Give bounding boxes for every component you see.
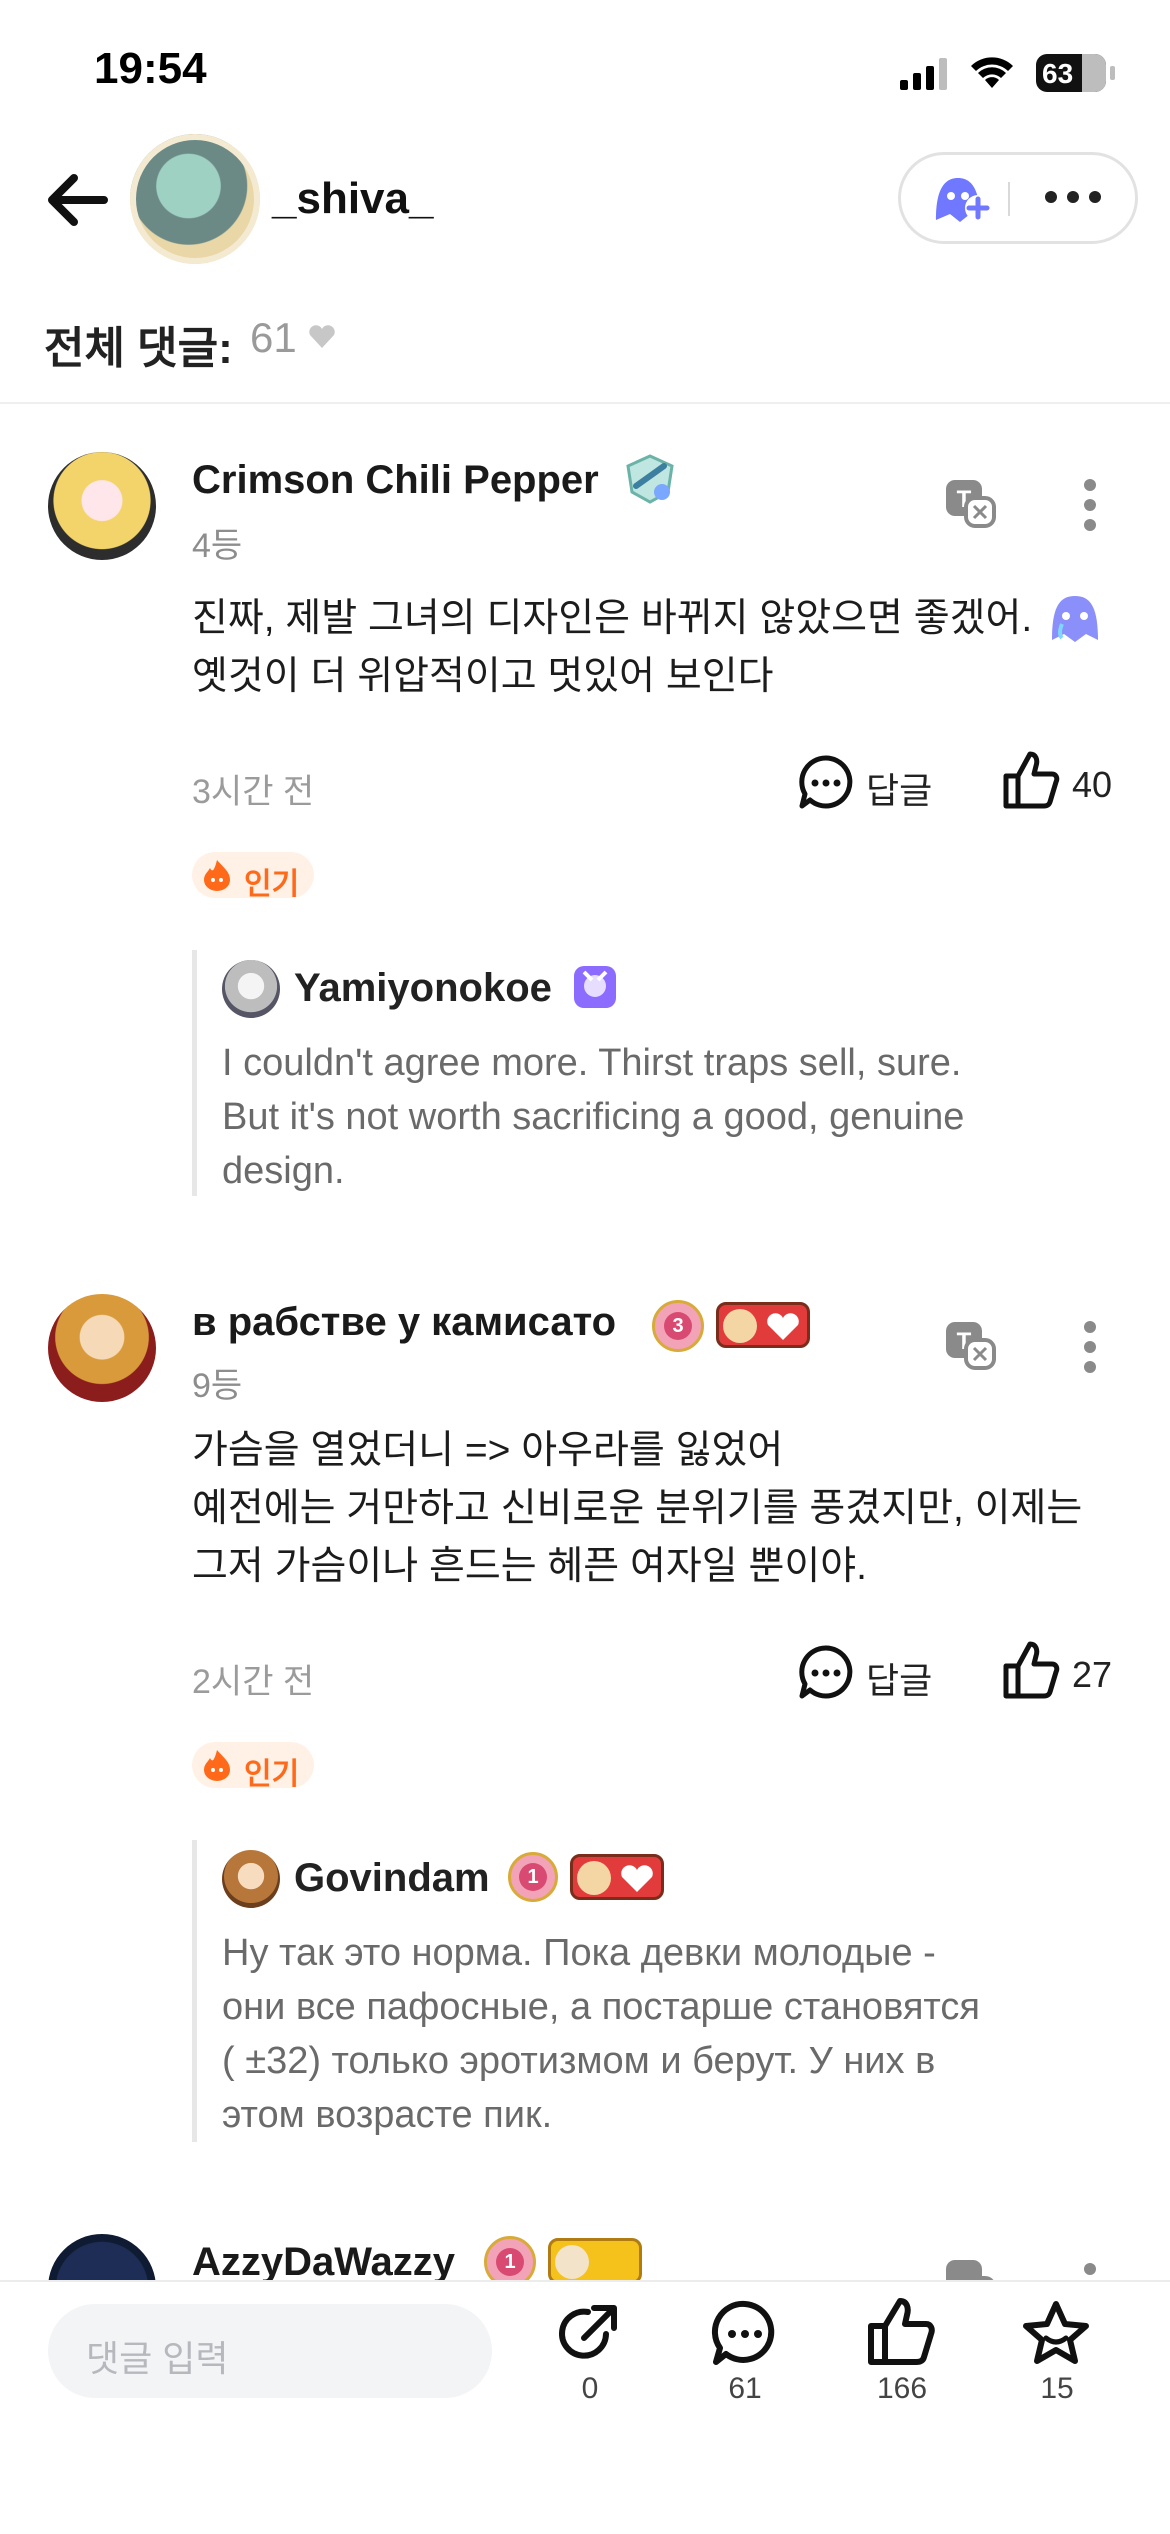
reply-text: Ну так это норма. Пока девки молодые - о… [222, 1932, 980, 2136]
battery-level: 63 [1042, 58, 1074, 89]
level-badge-number: 3 [664, 1312, 692, 1340]
member-badge-icon [574, 966, 616, 1008]
like-count: 27 [1072, 1654, 1113, 1695]
comment-time: 2시간 전 [192, 1663, 315, 1701]
commenter-rank: 4등 [192, 527, 243, 565]
reply-icon[interactable] [796, 752, 856, 812]
commenter-name[interactable]: в рабстве у камисато [192, 1300, 616, 1345]
like-count: 40 [1072, 764, 1113, 805]
comment-time: 3시간 전 [192, 773, 315, 811]
heart-frame-badge-icon [716, 1302, 810, 1348]
crying-sticker-icon [1052, 596, 1098, 642]
like-post-icon[interactable] [866, 2296, 936, 2368]
share-icon[interactable] [554, 2298, 624, 2368]
header-divider [0, 402, 1170, 404]
reply-thread-line [192, 1840, 197, 2142]
more-options-icon[interactable] [1044, 188, 1102, 206]
comment-menu-icon[interactable] [1076, 1320, 1104, 1374]
reply-avatar[interactable] [222, 1850, 280, 1908]
sort-caret-icon[interactable] [308, 325, 336, 349]
wifi-icon [971, 57, 1013, 88]
level-badge-number: 1 [496, 2248, 524, 2276]
comment-text: 가슴을 열었더니 => 아우라를 잃었어 예전에는 거만하고 신비로운 분위기를… [192, 1429, 1083, 1588]
level-badge-number: 1 [519, 1863, 547, 1891]
comment-count: 61 [728, 2372, 762, 2405]
reply-thread-line [192, 950, 197, 1196]
translate-icon[interactable]: T [942, 476, 998, 532]
heart-frame-badge-icon [570, 1854, 664, 1900]
reply-button-label[interactable]: 답글 [866, 1652, 932, 1704]
follow-user-icon[interactable] [930, 168, 992, 228]
share-count: 0 [581, 2372, 599, 2405]
popular-badge: 인기 [192, 1742, 314, 1791]
battery-tip [1110, 66, 1115, 80]
total-comments-count: 61 [250, 314, 297, 361]
favorite-count: 15 [1040, 2372, 1074, 2405]
reply-avatar[interactable] [222, 960, 280, 1018]
level-badge-icon: 3 [652, 1300, 704, 1352]
total-comments-label: 전체 댓글: [44, 324, 233, 373]
popular-label: 인기 [244, 868, 300, 901]
translate-icon[interactable]: T [942, 1318, 998, 1374]
popular-badge: 인기 [192, 852, 314, 901]
commenter-rank: 9등 [192, 1367, 243, 1405]
reply-button-label[interactable]: 답글 [866, 762, 932, 814]
fire-icon [204, 860, 230, 891]
cellular-signal-icon [900, 58, 947, 90]
battery-icon: 63 [1036, 54, 1106, 92]
reply-text: I couldn't agree more. Thirst traps sell… [222, 1042, 965, 1192]
commenter-name[interactable]: AzzyDaWazzy [192, 2240, 455, 2285]
author-avatar[interactable] [130, 134, 260, 264]
reply-author[interactable]: Govindam [294, 1856, 490, 1901]
pill-divider [1008, 182, 1010, 216]
comment-menu-icon[interactable] [1076, 478, 1104, 532]
member-badge-icon [626, 454, 674, 504]
like-icon[interactable] [1002, 750, 1060, 810]
author-name[interactable]: _shiva_ [272, 174, 433, 224]
status-time: 19:54 [94, 44, 207, 93]
comment-input-placeholder[interactable]: 댓글 입력 [86, 2330, 228, 2382]
reply-icon[interactable] [796, 1642, 856, 1702]
commenter-name[interactable]: Crimson Chili Pepper [192, 458, 599, 503]
favorite-icon[interactable] [1020, 2298, 1092, 2368]
comments-icon[interactable] [710, 2298, 780, 2368]
like-post-count: 166 [876, 2372, 928, 2405]
fire-icon [204, 1750, 230, 1781]
heart-frame-badge-icon [548, 2238, 642, 2284]
reply-author[interactable]: Yamiyonokoe [294, 966, 552, 1011]
commenter-avatar[interactable] [48, 1294, 156, 1402]
like-icon[interactable] [1002, 1640, 1060, 1700]
comment-text: 진짜, 제발 그녀의 디자인은 바뀌지 않았으면 좋겠어. 옛것이 더 위압적이… [192, 597, 1033, 698]
back-arrow-icon[interactable] [46, 168, 110, 232]
popular-label: 인기 [244, 1758, 300, 1791]
commenter-avatar[interactable] [48, 452, 156, 560]
level-badge-icon: 1 [508, 1852, 558, 1902]
